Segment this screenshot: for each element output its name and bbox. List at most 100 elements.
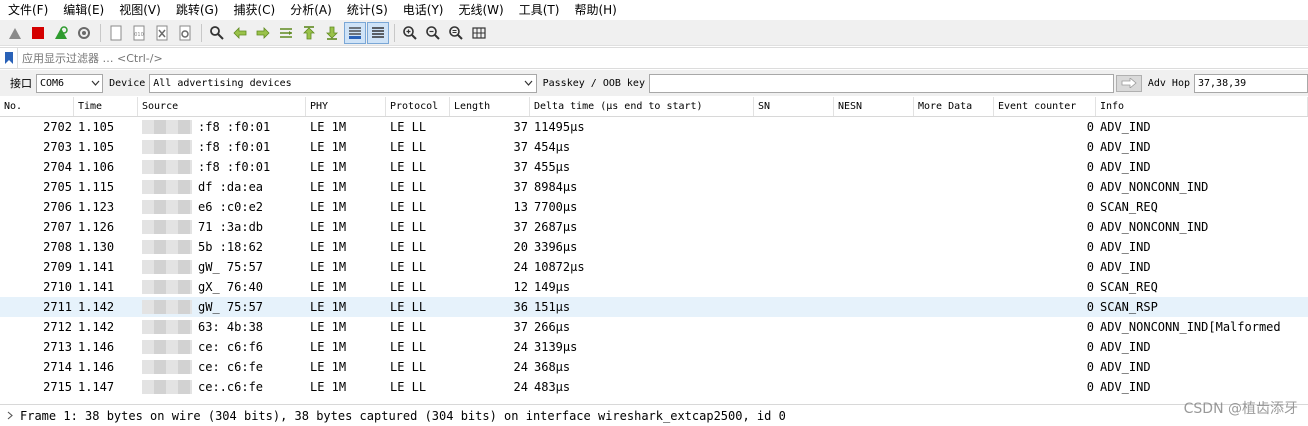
cell-sn — [754, 317, 834, 337]
menu-item[interactable]: 视图(V) — [117, 0, 167, 20]
menu-item[interactable]: 帮助(H) — [572, 0, 622, 20]
cell-info: ADV_IND — [1100, 240, 1151, 254]
passkey-input[interactable] — [648, 73, 1115, 93]
capture-options-icon[interactable] — [73, 22, 95, 44]
cell-no: 2715 — [43, 380, 72, 394]
table-row[interactable]: 2708 1.130 5b :18:62 LE 1M LE LL 20 3396µs 0 ADV… — [0, 237, 1308, 257]
go-forward-icon[interactable] — [252, 22, 274, 44]
cell-info: SCAN_REQ — [1100, 200, 1158, 214]
cell-length: 37 — [513, 220, 528, 234]
column-header[interactable]: Info — [1096, 97, 1308, 116]
cell-time: 1.105 — [78, 140, 115, 154]
apply-arrow-button[interactable] — [1116, 74, 1142, 92]
cell-info: ADV_IND — [1100, 380, 1151, 394]
cell-sn — [754, 197, 834, 217]
restart-capture-icon[interactable] — [50, 22, 72, 44]
cell-more — [914, 117, 994, 137]
cell-more — [914, 217, 994, 237]
column-header[interactable]: Source — [138, 97, 306, 116]
bookmark-icon[interactable] — [0, 48, 18, 68]
table-row[interactable]: 2713 1.146 ce: c6:f6 LE 1M LE LL 24 3139µs 0 ADV… — [0, 337, 1308, 357]
chevron-right-icon[interactable] — [0, 411, 20, 420]
close-file-icon[interactable] — [151, 22, 173, 44]
table-row[interactable]: 2705 1.115 df :da:ea LE 1M LE LL 37 8984µs 0 ADV… — [0, 177, 1308, 197]
cell-no: 2702 — [43, 120, 72, 134]
column-header[interactable]: PHY — [306, 97, 386, 116]
packet-list[interactable]: No. Time Source PHY Protocol Length Delta time… — [0, 97, 1308, 399]
table-row[interactable]: 2710 1.141 gX_ 76:40 LE 1M LE LL 12 149µs 0 SCAN… — [0, 277, 1308, 297]
colorize-icon[interactable] — [367, 21, 389, 44]
column-header[interactable]: No. — [0, 97, 74, 116]
device-label: Device — [109, 77, 146, 89]
table-row[interactable]: 2704 1.106:f8 :f0:01 LE 1M LE LL 37 455µs 0 ADV… — [0, 157, 1308, 177]
column-header[interactable]: SN — [754, 97, 834, 116]
zoom-out-icon[interactable] — [422, 22, 444, 44]
cell-event: 0 — [1086, 180, 1094, 194]
table-row[interactable]: 2712 1.142 63: 4b:38 LE 1M LE LL 37 266µs 0 ADV_… — [0, 317, 1308, 337]
cell-time: 1.130 — [78, 240, 115, 254]
table-row[interactable]: 2715 1.147 ce:.c6:fe LE 1M LE LL 24 483µs 0 ADV_… — [0, 377, 1308, 397]
cell-length: 37 — [513, 180, 528, 194]
shark-fin-start-icon[interactable] — [4, 22, 26, 44]
source-address: :f8 :f0:01 — [141, 137, 270, 157]
cell-nesn — [834, 237, 914, 257]
column-header[interactable]: Protocol — [386, 97, 450, 116]
cell-source: gW_ 75:57 — [138, 257, 306, 277]
table-row[interactable]: 2702 1.105:f8 :f0:01 LE 1M LE LL 37 11495µs 0 A… — [0, 117, 1308, 137]
menu-item[interactable]: 工具(T) — [517, 0, 566, 20]
go-back-icon[interactable] — [229, 22, 251, 44]
cell-event: 0 — [1086, 220, 1094, 234]
source-address: gW_ 75:57 — [141, 297, 263, 317]
menu-item[interactable]: 编辑(E) — [61, 0, 110, 20]
advhop-input[interactable] — [1194, 73, 1308, 93]
table-row[interactable]: 2714 1.146 ce: c6:fe LE 1M LE LL 24 368µs 0 ADV_… — [0, 357, 1308, 377]
table-row[interactable]: 2707 1.126 71 :3a:db LE 1M LE LL 37 2687µs 0 ADV… — [0, 217, 1308, 237]
menu-item[interactable]: 分析(A) — [288, 0, 338, 20]
resize-columns-icon[interactable] — [468, 22, 490, 44]
menu-item[interactable]: 文件(F) — [6, 0, 54, 20]
cell-source: 63: 4b:38 — [138, 317, 306, 337]
table-row[interactable]: 2703 1.105:f8 :f0:01 LE 1M LE LL 37 454µs 0 ADV… — [0, 137, 1308, 157]
menu-item[interactable]: 统计(S) — [345, 0, 394, 20]
column-header[interactable]: Delta time (µs end to start) — [530, 97, 754, 116]
go-last-icon[interactable] — [321, 22, 343, 44]
table-row[interactable]: 2706 1.123 e6 :c0:e2 LE 1M LE LL 13 7700µs 0 SCA… — [0, 197, 1308, 217]
table-row[interactable]: 2711 1.142 gW_ 75:57 LE 1M LE LL 36 151µs 0 SCAN… — [0, 297, 1308, 317]
cell-length: 24 — [513, 260, 528, 274]
cell-more — [914, 177, 994, 197]
cell-sn — [754, 177, 834, 197]
column-header[interactable]: NESN — [834, 97, 914, 116]
open-file-icon[interactable] — [105, 22, 127, 44]
menu-item[interactable]: 无线(W) — [457, 0, 510, 20]
column-header[interactable]: Event counter — [994, 97, 1096, 116]
cell-phy: LE 1M — [310, 240, 347, 254]
zoom-in-icon[interactable] — [399, 22, 421, 44]
find-packet-icon[interactable] — [206, 22, 228, 44]
save-file-icon[interactable]: 010 — [128, 22, 150, 44]
interface-select[interactable]: COM6 — [36, 73, 104, 93]
autoscroll-icon[interactable] — [344, 21, 366, 44]
cell-no: 2708 — [43, 240, 72, 254]
reload-file-icon[interactable] — [174, 22, 196, 44]
column-header[interactable]: Length — [450, 97, 530, 116]
cell-more — [914, 317, 994, 337]
cell-delta: 266µs — [534, 320, 571, 334]
zoom-normal-icon[interactable] — [445, 22, 467, 44]
menu-item[interactable]: 捕获(C) — [231, 0, 281, 20]
stop-capture-icon[interactable] — [27, 22, 49, 44]
menu-item[interactable]: 跳转(G) — [174, 0, 225, 20]
cell-protocol: LE LL — [390, 160, 427, 174]
go-to-packet-icon[interactable] — [275, 22, 297, 44]
cell-event: 0 — [1086, 380, 1094, 394]
menu-item[interactable]: 电话(Y) — [401, 0, 450, 20]
device-select[interactable]: All advertising devices — [149, 73, 537, 93]
column-header[interactable]: More Data — [914, 97, 994, 116]
display-filter-input[interactable] — [18, 48, 1308, 68]
source-address: 5b :18:62 — [141, 237, 263, 257]
frame-summary[interactable]: Frame 1: 38 bytes on wire (304 bits), 38… — [20, 409, 786, 423]
column-header[interactable]: Time — [74, 97, 138, 116]
cell-phy: LE 1M — [310, 360, 347, 374]
cell-nesn — [834, 357, 914, 377]
table-row[interactable]: 2709 1.141 gW_ 75:57 LE 1M LE LL 24 10872µs 0 AD… — [0, 257, 1308, 277]
go-first-icon[interactable] — [298, 22, 320, 44]
